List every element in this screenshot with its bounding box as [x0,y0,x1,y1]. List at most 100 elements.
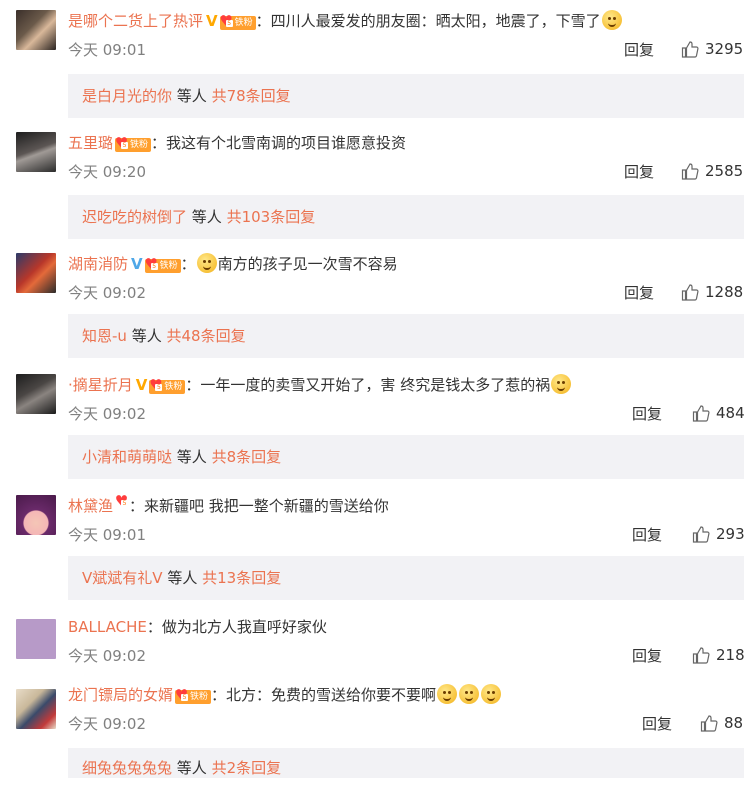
fan-badge-label: 铁粉 [159,261,178,271]
like-count: 1288 [705,283,744,301]
level-icon: 5 [150,263,158,270]
comment-text: 做为北方人我直呼好家伙 [161,618,327,636]
avatar[interactable] [16,253,56,293]
verified-icon: V [131,255,143,273]
like-button[interactable]: 218 [692,644,745,666]
comment-text: 南方的孩子见一次雪不容易 [217,255,398,273]
thumbs-up-icon [692,526,710,543]
sub-reply-etc: 等人 [176,87,207,105]
avatar[interactable] [16,689,56,729]
like-button[interactable]: 3295 [681,38,743,60]
sub-reply-count-link[interactable]: 共78条回复 [212,87,291,105]
comment-time: 今天 09:02 [68,284,146,302]
sub-reply-user[interactable]: 小清和萌萌哒 [82,448,172,466]
sub-reply-user[interactable]: 迟吃吃的树倒了 [82,208,187,226]
like-count: 3295 [705,40,744,58]
reply-button[interactable]: 回复 [624,40,654,60]
username-link[interactable]: BALLACHE [68,618,147,636]
smile-emoji-icon [459,684,480,704]
sub-reply-count-link[interactable]: 共13条回复 [202,569,281,587]
username-link[interactable]: 湖南消防 [68,255,128,273]
sub-reply-etc: 等人 [176,759,207,777]
level-icon: 5 [181,694,189,701]
sub-reply-etc: 等人 [176,448,207,466]
colon: ： [180,255,196,273]
sub-replies-box[interactable]: 小清和萌萌哒 等人 共8条回复 [68,435,744,479]
like-button[interactable]: 293 [692,523,745,545]
tears-of-joy-emoji-icon [196,253,217,273]
comment-time: 今天 09:02 [68,405,146,423]
fan-badge: ♥5铁粉 [149,377,186,394]
like-count: 2585 [705,162,744,180]
comment-text: 北方：免费的雪送给你要不要啊 [226,686,437,704]
colon: ： [255,12,271,30]
like-count: 88 [724,714,744,732]
sub-replies-box[interactable]: 迟吃吃的树倒了 等人 共103条回复 [68,195,744,239]
sub-reply-count-link[interactable]: 共8条回复 [212,448,282,466]
comment-time: 今天 09:20 [68,163,146,181]
comment-time: 今天 09:01 [68,41,146,59]
reply-button[interactable]: 回复 [624,283,654,303]
colon: ： [185,376,201,394]
like-button[interactable]: 88 [700,712,743,734]
sub-reply-count-link[interactable]: 共48条回复 [167,327,246,345]
sub-replies-box[interactable]: 知恩-u 等人 共48条回复 [68,314,744,358]
reply-button[interactable]: 回复 [624,162,654,182]
sub-reply-count-link[interactable]: 共103条回复 [227,208,316,226]
username-link[interactable]: 林黛渔 [68,497,113,515]
avatar[interactable] [16,132,56,172]
like-count: 484 [716,404,745,422]
like-button[interactable]: 2585 [681,160,743,182]
avatar[interactable] [16,619,56,659]
sub-reply-etc: 等人 [131,327,162,345]
username-link[interactable]: 龙门镖局的女婿 [68,686,173,704]
level-icon: 5 [155,384,163,391]
sub-reply-etc: 等人 [191,208,222,226]
colon: ： [151,134,167,152]
sub-replies-box[interactable]: 是白月光的你 等人 共78条回复 [68,74,744,118]
thumbs-up-icon [681,284,699,301]
thumbs-up-icon [692,647,710,664]
thumbs-up-icon [681,163,699,180]
like-count: 218 [716,646,745,664]
thumbs-up-icon [681,41,699,58]
sub-replies-box[interactable]: V斌斌有礼V 等人 共13条回复 [68,556,744,600]
sub-reply-user[interactable]: 细兔兔兔兔兔 [82,759,172,777]
reply-button[interactable]: 回复 [642,714,672,734]
sub-reply-count-link[interactable]: 共2条回复 [212,759,282,777]
avatar[interactable] [16,374,56,414]
fan-badge-label: 铁粉 [234,18,253,28]
thumbs-up-icon [692,405,710,422]
colon: ： [129,497,145,515]
comment-time: 今天 09:01 [68,526,146,544]
fan-badge-label: 铁粉 [164,382,183,392]
avatar[interactable] [16,495,56,535]
comment-text: 来新疆吧 我把一整个新疆的雪送给你 [144,497,389,515]
smile-emoji-icon [481,684,502,704]
verified-icon: V [135,376,148,394]
fan-badge: ♥5 [115,493,129,510]
avatar[interactable] [16,10,56,50]
sub-reply-etc: 等人 [167,569,198,587]
sub-reply-user[interactable]: 是白月光的你 [82,87,172,105]
like-button[interactable]: 1288 [681,281,743,303]
sub-reply-user[interactable]: V斌斌有礼V [82,569,163,587]
like-count: 293 [716,525,745,543]
fan-badge-label: 铁粉 [130,140,149,150]
comment-time: 今天 09:02 [68,715,146,733]
smile-emoji-icon [437,684,458,704]
thumbs-up-icon [700,715,718,732]
reply-button[interactable]: 回复 [632,646,662,666]
reply-button[interactable]: 回复 [632,404,662,424]
like-button[interactable]: 484 [692,402,745,424]
reply-button[interactable]: 回复 [632,525,662,545]
username-link[interactable]: 五里璐 [68,134,113,152]
sub-reply-user[interactable]: 知恩-u [82,327,127,345]
username-link[interactable]: 是哪个二货上了热评 [68,12,203,30]
fan-badge: ♥5铁粉 [115,135,152,152]
comment-text: 一年一度的卖雪又开始了，害 终究是钱太多了惹的祸 [200,376,551,394]
sub-replies-box[interactable]: 细兔兔兔兔兔 等人 共2条回复 [68,748,744,778]
username-link[interactable]: ·摘星折月 [68,376,133,394]
level-icon: 5 [121,142,129,149]
comment-text: 我这有个北雪南调的项目谁愿意投资 [166,134,407,152]
